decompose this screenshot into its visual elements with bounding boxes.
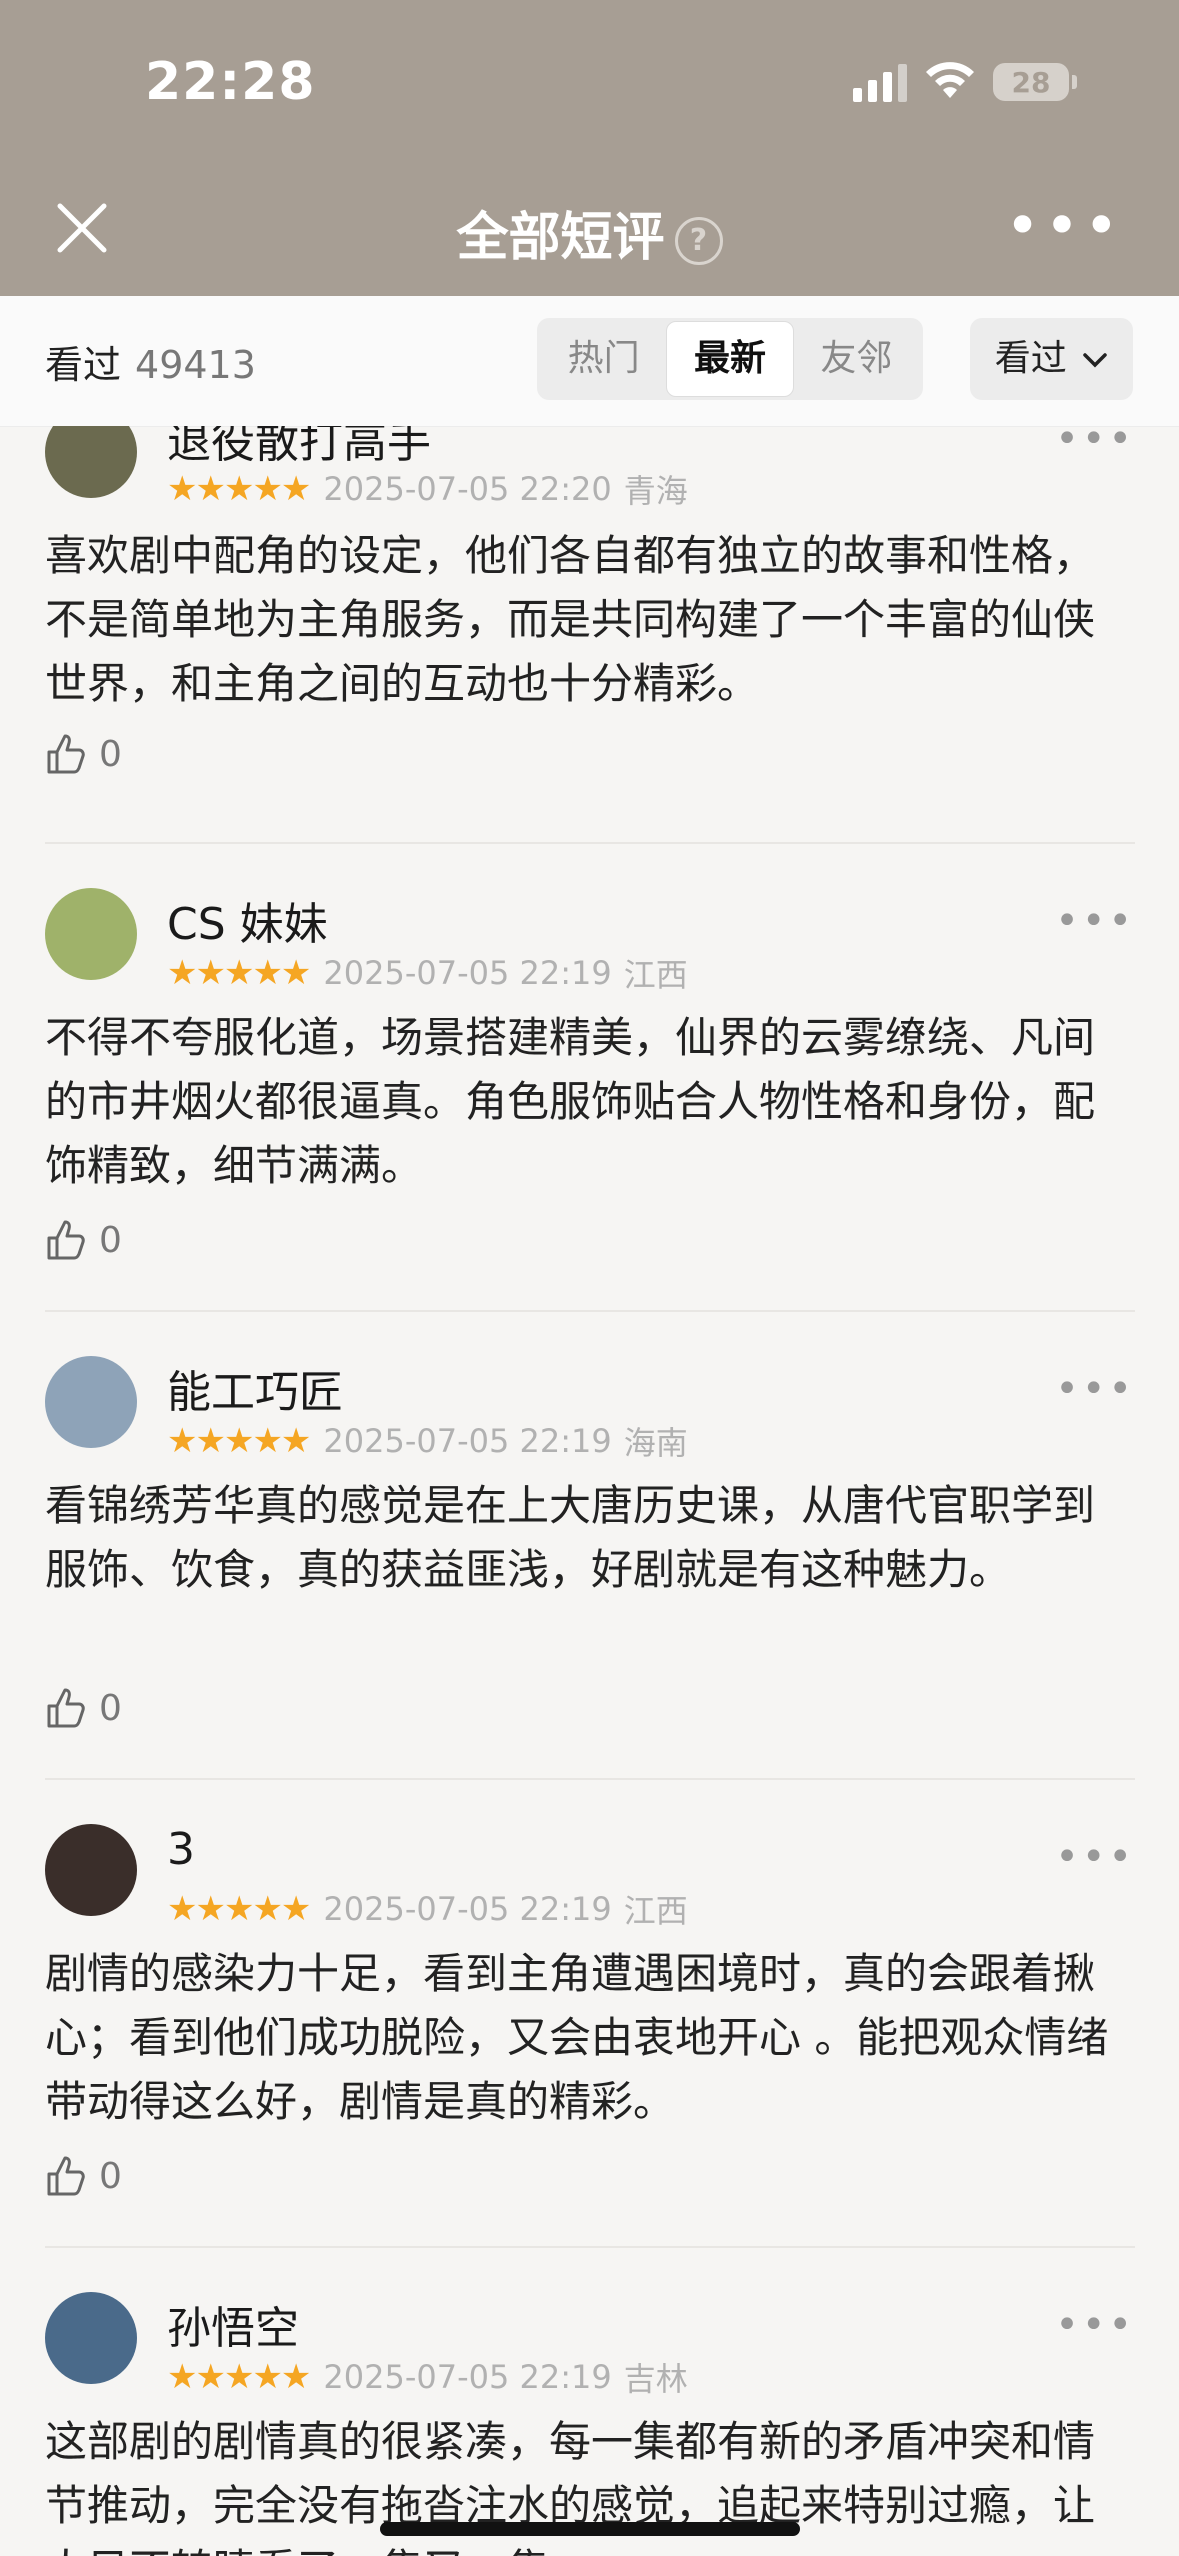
- rating-stars-icon: ★★★★★: [167, 2357, 311, 2397]
- tab-friends[interactable]: 友邻: [794, 322, 919, 396]
- review-region: 江西: [623, 956, 688, 994]
- watched-label: 看过: [45, 343, 122, 387]
- rating-stars-icon: ★★★★★: [167, 953, 311, 993]
- username[interactable]: 退役散打高手: [167, 426, 431, 470]
- username[interactable]: 能工巧匠: [167, 1356, 343, 1420]
- review-text: 喜欢剧中配角的设定，他们各自都有独立的故事和性格，不是简单地为主角服务，而是共同…: [45, 531, 1096, 708]
- filter-bar: 看过 49413 热门 最新 友邻 看过: [0, 296, 1179, 427]
- page-title: 全部短评: [456, 208, 665, 268]
- review-date: 2025-07-05 22:19: [323, 954, 612, 992]
- review-region: 吉林: [623, 2360, 688, 2398]
- review-item: 退役散打高手 ★★★★★ 2025-07-05 22:20 青海 ••• 喜欢剧…: [45, 426, 1135, 844]
- like-button[interactable]: 0: [45, 2154, 122, 2198]
- review-region: 江西: [623, 1892, 688, 1930]
- review-text: 剧情的感染力十足，看到主角遭遇困境时，真的会跟着揪心；看到他们成功脱险，又会由衷…: [45, 1949, 1109, 2126]
- review-region: 青海: [623, 472, 688, 510]
- review-text: 不得不夸服化道，场景搭建精美，仙界的云雾缭绕、凡间的市井烟火都很逼真。角色服饰贴…: [45, 1013, 1096, 1190]
- review-date: 2025-07-05 22:19: [323, 1890, 612, 1928]
- page-title-wrap: 全部短评?: [0, 195, 1179, 270]
- review-meta: ★★★★★ 2025-07-05 22:20 青海: [167, 466, 688, 512]
- username[interactable]: 孙悟空: [167, 2292, 299, 2356]
- review-more-icon[interactable]: •••: [1055, 1834, 1135, 1880]
- battery-icon: 28: [993, 63, 1077, 101]
- avatar[interactable]: [45, 426, 137, 498]
- thumbs-up-icon: [47, 734, 85, 774]
- review-date: 2025-07-05 22:19: [323, 2358, 612, 2396]
- review-meta: ★★★★★ 2025-07-05 22:19 海南: [167, 1418, 688, 1464]
- tab-latest[interactable]: 最新: [666, 321, 794, 397]
- review-date: 2025-07-05 22:20: [323, 470, 612, 508]
- cellular-signal-icon: [853, 62, 907, 102]
- avatar[interactable]: [45, 1824, 137, 1916]
- wifi-icon: [926, 62, 974, 98]
- like-count: 0: [99, 733, 122, 775]
- rating-stars-icon: ★★★★★: [167, 1421, 311, 1461]
- review-more-icon[interactable]: •••: [1055, 426, 1135, 462]
- review-meta: ★★★★★ 2025-07-05 22:19 江西: [167, 1886, 688, 1932]
- review-item: 能工巧匠 ★★★★★ 2025-07-05 22:19 海南 ••• 看锦绣芳华…: [45, 1310, 1135, 1780]
- rating-stars-icon: ★★★★★: [167, 1889, 311, 1929]
- review-more-icon[interactable]: •••: [1055, 1366, 1135, 1412]
- review-item: 孙悟空 ★★★★★ 2025-07-05 22:19 吉林 ••• 这部剧的剧情…: [45, 2246, 1135, 2556]
- review-text: 看锦绣芳华真的感觉是在上大唐历史课，从唐代官职学到服饰、饮食，真的获益匪浅，好剧…: [45, 1481, 1096, 1594]
- avatar[interactable]: [45, 2292, 137, 2384]
- review-meta: ★★★★★ 2025-07-05 22:19 江西: [167, 950, 688, 996]
- rating-stars-icon: ★★★★★: [167, 469, 311, 509]
- top-bar: 22:28 28 全部短评? •••: [0, 0, 1179, 296]
- help-icon[interactable]: ?: [674, 217, 723, 265]
- review-more-icon[interactable]: •••: [1055, 2302, 1135, 2348]
- watched-number: 49413: [135, 343, 256, 387]
- more-options-icon[interactable]: •••: [1005, 196, 1123, 256]
- chevron-down-icon: [1083, 353, 1107, 368]
- thumbs-up-icon: [47, 2156, 85, 2196]
- review-region: 海南: [623, 1424, 688, 1462]
- thumbs-up-icon: [47, 1688, 85, 1728]
- like-count: 0: [99, 2155, 122, 2197]
- review-more-icon[interactable]: •••: [1055, 898, 1135, 944]
- avatar[interactable]: [45, 888, 137, 980]
- username[interactable]: CS 妹妹: [167, 888, 328, 952]
- thumbs-up-icon: [47, 1220, 85, 1260]
- tab-hot[interactable]: 热门: [541, 322, 666, 396]
- review-item: 3 ★★★★★ 2025-07-05 22:19 江西 ••• 剧情的感染力十足…: [45, 1778, 1135, 2248]
- dropdown-label: 看过: [994, 338, 1067, 379]
- watched-filter-dropdown[interactable]: 看过: [970, 318, 1133, 400]
- like-button[interactable]: 0: [45, 732, 122, 776]
- sort-segmented-control: 热门 最新 友邻: [537, 318, 923, 400]
- like-button[interactable]: 0: [45, 1686, 122, 1730]
- watched-count: 看过 49413: [45, 334, 256, 389]
- status-icons: 28: [853, 62, 1077, 102]
- review-item: CS 妹妹 ★★★★★ 2025-07-05 22:19 江西 ••• 不得不夸…: [45, 842, 1135, 1312]
- avatar[interactable]: [45, 1356, 137, 1448]
- review-meta: ★★★★★ 2025-07-05 22:19 吉林: [167, 2354, 688, 2400]
- review-date: 2025-07-05 22:19: [323, 1422, 612, 1460]
- like-count: 0: [99, 1687, 122, 1729]
- like-count: 0: [99, 1219, 122, 1261]
- like-button[interactable]: 0: [45, 1218, 122, 1262]
- home-indicator[interactable]: [380, 2522, 800, 2536]
- username[interactable]: 3: [167, 1824, 195, 1875]
- status-time: 22:28: [145, 52, 316, 112]
- review-list[interactable]: 退役散打高手 ★★★★★ 2025-07-05 22:20 青海 ••• 喜欢剧…: [0, 426, 1179, 2556]
